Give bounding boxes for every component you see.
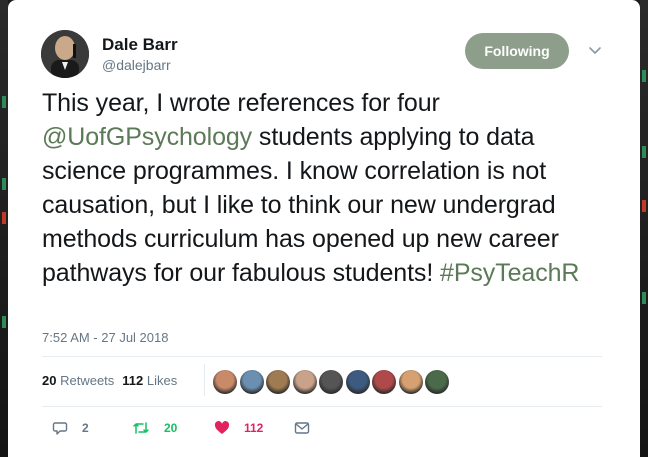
like-stat[interactable]: 112 Likes (122, 373, 177, 388)
engagement-stats: 20 Retweets 112 Likes (42, 373, 177, 388)
reply-count: 2 (82, 421, 89, 435)
avatar[interactable] (41, 30, 89, 78)
tweet-text-segment: This year, I wrote references for four (42, 89, 440, 117)
background-left-edge (0, 0, 8, 457)
chevron-down-icon[interactable] (588, 44, 602, 58)
liker-avatar[interactable] (372, 370, 396, 394)
edge-marker (2, 316, 6, 328)
retweet-stat[interactable]: 20 Retweets (42, 373, 114, 388)
envelope-icon (294, 422, 310, 434)
user-handle[interactable]: @dalejbarr (102, 57, 171, 73)
like-button[interactable]: 112 (214, 418, 263, 438)
edge-marker (642, 70, 646, 82)
tweet-actions: 2 20 112 (42, 418, 362, 438)
like-count: 112 (244, 421, 264, 435)
tweet-text: This year, I wrote references for four @… (42, 86, 602, 290)
like-stat-count: 112 (122, 373, 144, 388)
liker-avatar[interactable] (398, 370, 423, 394)
direct-message-button[interactable] (294, 418, 324, 438)
edge-marker (2, 178, 6, 190)
edge-marker (2, 96, 6, 108)
reply-icon (52, 422, 68, 435)
retweet-stat-count: 20 (42, 373, 57, 388)
stats-separator (204, 364, 205, 396)
background-right-edge (640, 0, 648, 457)
liker-avatar[interactable] (292, 370, 317, 394)
liker-avatar[interactable] (239, 370, 264, 394)
tweet-timestamp[interactable]: 7:52 AM - 27 Jul 2018 (42, 330, 168, 345)
like-stat-label: Likes (146, 373, 178, 388)
divider (42, 356, 602, 357)
likers-avatars (213, 370, 452, 394)
liker-avatar[interactable] (425, 370, 449, 394)
hashtag-link[interactable]: #PsyTeachR (440, 259, 579, 287)
retweet-stat-label: Retweets (60, 373, 115, 388)
tweet-card: Dale Barr @dalejbarr Following This year… (8, 0, 640, 457)
retweet-count: 20 (164, 421, 178, 435)
reply-button[interactable]: 2 (52, 418, 89, 438)
retweet-icon (133, 422, 149, 434)
liker-avatar[interactable] (266, 370, 290, 394)
retweet-button[interactable]: 20 (132, 418, 177, 438)
liker-avatar[interactable] (319, 370, 343, 394)
divider (42, 406, 602, 407)
edge-marker (642, 292, 646, 304)
liker-avatar[interactable] (345, 370, 370, 394)
following-button[interactable]: Following (465, 33, 569, 69)
avatar-image (41, 30, 89, 78)
edge-marker (642, 200, 646, 212)
edge-marker (642, 146, 646, 158)
display-name[interactable]: Dale Barr (102, 35, 178, 55)
liker-avatar[interactable] (213, 370, 237, 394)
edge-marker (2, 212, 6, 224)
heart-icon (214, 421, 230, 434)
mention-link[interactable]: @UofGPsychology (42, 123, 252, 151)
